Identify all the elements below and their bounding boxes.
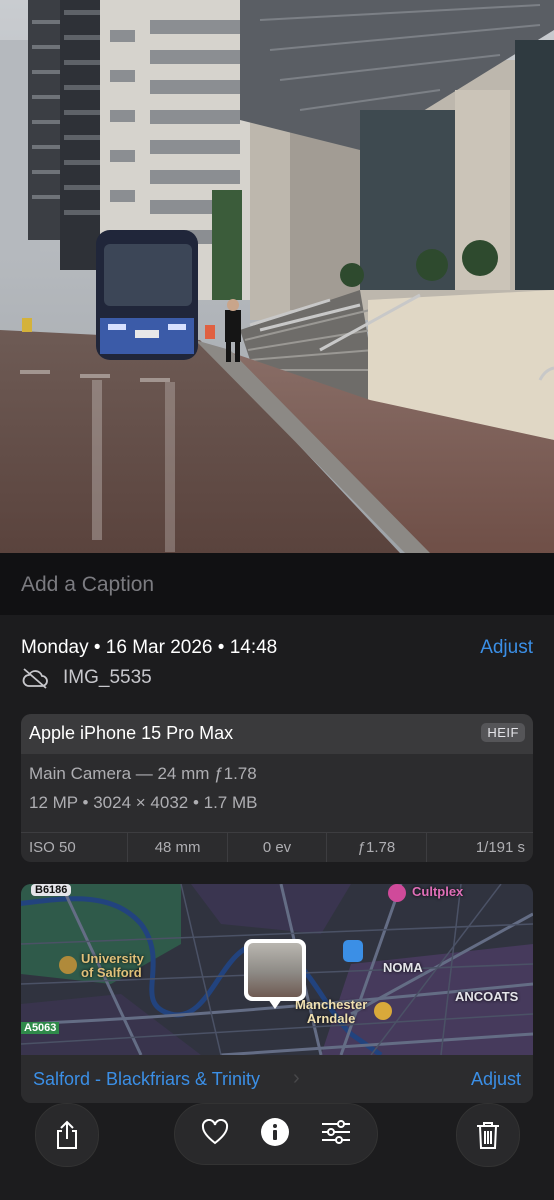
map-label-ancoats: ANCOATS [455,989,519,1004]
info-icon [260,1117,289,1146]
location-name-link[interactable]: Salford - Blackfriars & Trinity [33,1069,260,1090]
edit-button[interactable] [321,1119,351,1150]
map-label-a5063: A5063 [21,1022,60,1034]
cloud-off-icon [22,668,48,689]
cinema-icon [388,884,406,902]
train-station-icon [343,940,363,962]
map-label-b6186: B6186 [31,884,72,896]
shopping-icon [374,1002,392,1020]
caption-field[interactable]: Add a Caption [0,553,554,615]
heart-icon [201,1118,228,1144]
map-label-university: University of Salford [81,951,144,980]
favorite-button[interactable] [201,1118,229,1150]
exif-exposure-value: 0 ev [226,833,326,862]
photo-image [0,0,554,553]
photo-preview[interactable] [0,0,554,553]
map-label-noma: NOMA [383,960,423,975]
exif-iso: ISO 50 [29,839,76,856]
map-label-cultplex: Cultplex [412,884,464,899]
location-map[interactable]: B6186 Cultplex University of Salford NOM… [21,884,533,1058]
device-name: Apple iPhone 15 Pro Max [29,723,234,743]
exif-row: ISO 50 48 mm 0 ev ƒ1.78 1/191 s [21,832,533,862]
adjust-location-button[interactable]: Adjust [471,1069,521,1090]
action-group [174,1103,378,1165]
lens-info: Main Camera — 24 mm ƒ1.78 [29,764,257,783]
chevron-right-icon: › [293,1067,300,1089]
date-time: Monday • 16 Mar 2026 • 14:48 [21,637,278,658]
location-card: B6186 Cultplex University of Salford NOM… [21,884,533,1103]
photo-location-pin[interactable] [244,939,306,1009]
image-specs: 12 MP • 3024 × 4032 • 1.7 MB [29,793,258,812]
camera-card: Apple iPhone 15 Pro Max HEIF Main Camera… [21,714,533,862]
share-button[interactable] [35,1103,99,1167]
delete-button[interactable] [456,1103,520,1167]
exif-shutter: 1/191 s [425,833,533,862]
university-icon [59,956,77,974]
share-icon [57,1120,77,1149]
caption-placeholder: Add a Caption [21,573,155,596]
filename-row: IMG_5535 [21,667,152,689]
filename: IMG_5535 [63,667,152,688]
sliders-icon [322,1119,351,1144]
format-badge: HEIF [481,723,525,742]
adjust-date-button[interactable]: Adjust [480,637,533,659]
exif-aperture: ƒ1.78 [326,833,425,862]
trash-icon [477,1122,499,1149]
location-footer: Salford - Blackfriars & Trinity › Adjust [21,1055,533,1103]
info-button[interactable] [260,1117,290,1152]
exif-focal-length: 48 mm [127,833,226,862]
map-label-manchester-arndale: Manchester Arndale [295,997,368,1026]
camera-card-header: Apple iPhone 15 Pro Max HEIF [21,714,533,754]
